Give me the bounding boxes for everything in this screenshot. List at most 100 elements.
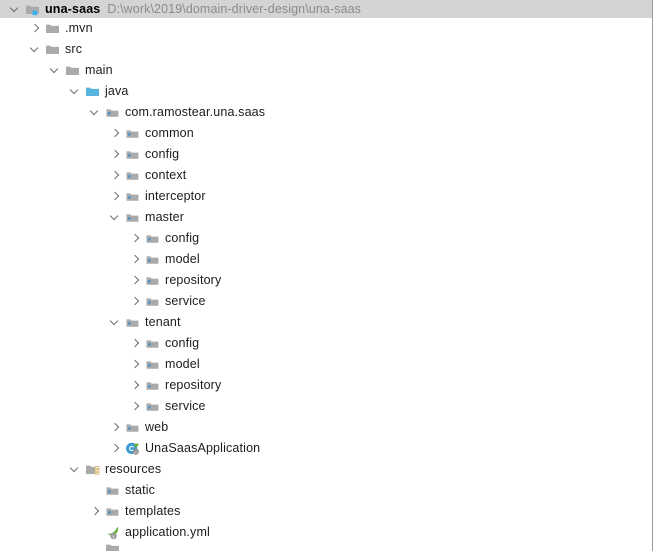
tree-row-label: model bbox=[165, 357, 200, 371]
collapse-arrow-icon[interactable] bbox=[48, 60, 64, 81]
expand-arrow-icon[interactable] bbox=[128, 354, 144, 375]
tree-row[interactable]: tenant bbox=[0, 312, 652, 333]
tree-row-label: .mvn bbox=[65, 21, 93, 35]
tree-row[interactable]: java bbox=[0, 81, 652, 102]
expand-arrow-icon[interactable] bbox=[108, 165, 124, 186]
tree-row[interactable]: com.ramostear.una.saas bbox=[0, 102, 652, 123]
expand-arrow-icon[interactable] bbox=[128, 333, 144, 354]
tree-row[interactable]: .mvn bbox=[0, 18, 652, 39]
expand-arrow-icon[interactable] bbox=[128, 375, 144, 396]
package-icon bbox=[144, 356, 161, 373]
expand-arrow-icon[interactable] bbox=[108, 123, 124, 144]
tree-row[interactable]: service bbox=[0, 291, 652, 312]
tree-row-label: repository bbox=[165, 378, 222, 392]
tree-row[interactable]: resources bbox=[0, 459, 652, 480]
project-tool-window[interactable]: una-saas D:\work\2019\domain-driver-desi… bbox=[0, 0, 653, 551]
expand-arrow-icon[interactable] bbox=[8, 0, 24, 20]
tree-row[interactable]: config bbox=[0, 228, 652, 249]
tree-row-label: resources bbox=[105, 462, 162, 476]
expand-arrow-icon[interactable] bbox=[128, 270, 144, 291]
tree-row-label: tenant bbox=[145, 315, 181, 329]
tree-row-label: config bbox=[165, 231, 200, 245]
tree-row-label: config bbox=[165, 336, 200, 350]
collapse-arrow-icon[interactable] bbox=[88, 102, 104, 123]
tree-row-label: src bbox=[65, 42, 83, 56]
tree-row[interactable]: repository bbox=[0, 375, 652, 396]
tree-row-label: common bbox=[145, 126, 194, 140]
project-name: una-saas bbox=[45, 2, 101, 16]
expand-arrow-icon[interactable] bbox=[128, 291, 144, 312]
tree-row[interactable]: config bbox=[0, 144, 652, 165]
expand-arrow-icon[interactable] bbox=[108, 144, 124, 165]
tree-row[interactable]: src bbox=[0, 39, 652, 60]
tree-row[interactable]: common bbox=[0, 123, 652, 144]
package-icon bbox=[124, 146, 141, 163]
folder-icon bbox=[104, 543, 121, 551]
tree-row-label: config bbox=[145, 147, 180, 161]
package-icon bbox=[144, 272, 161, 289]
tree-row[interactable]: templates bbox=[0, 501, 652, 522]
tree-row[interactable]: model bbox=[0, 354, 652, 375]
no-arrow-spacer bbox=[88, 480, 104, 501]
expand-arrow-icon[interactable] bbox=[128, 396, 144, 417]
tree-row[interactable]: application.yml bbox=[0, 522, 652, 543]
tree-row[interactable]: master bbox=[0, 207, 652, 228]
tree-row[interactable] bbox=[0, 543, 652, 551]
folder-icon bbox=[44, 20, 61, 37]
package-icon bbox=[124, 209, 141, 226]
package-icon bbox=[124, 314, 141, 331]
package-icon bbox=[144, 293, 161, 310]
no-arrow-spacer bbox=[88, 543, 104, 551]
expand-arrow-icon[interactable] bbox=[128, 228, 144, 249]
tree-row-label: application.yml bbox=[125, 525, 210, 539]
collapse-arrow-icon[interactable] bbox=[108, 312, 124, 333]
expand-arrow-icon[interactable] bbox=[108, 417, 124, 438]
tree-row[interactable]: main bbox=[0, 60, 652, 81]
no-arrow-spacer bbox=[88, 522, 104, 543]
tree-row-label: service bbox=[165, 399, 206, 413]
tree-row-label: repository bbox=[165, 273, 222, 287]
package-icon bbox=[124, 188, 141, 205]
tree-row-label: model bbox=[165, 252, 200, 266]
tree-row[interactable]: repository bbox=[0, 270, 652, 291]
spring-class-icon bbox=[124, 440, 141, 457]
project-tree[interactable]: .mvn src main java com.ramostear.una.saas com… bbox=[0, 18, 652, 551]
expand-arrow-icon[interactable] bbox=[108, 438, 124, 459]
tree-row[interactable]: config bbox=[0, 333, 652, 354]
tree-row-label: templates bbox=[125, 504, 181, 518]
tree-row-label: UnaSaasApplication bbox=[145, 441, 261, 455]
expand-arrow-icon[interactable] bbox=[128, 249, 144, 270]
resource-folder-icon bbox=[84, 461, 101, 478]
package-icon bbox=[144, 251, 161, 268]
tree-row[interactable]: model bbox=[0, 249, 652, 270]
tree-row-label: java bbox=[105, 84, 129, 98]
tree-row[interactable]: web bbox=[0, 417, 652, 438]
tree-row[interactable]: service bbox=[0, 396, 652, 417]
package-icon bbox=[144, 398, 161, 415]
expand-arrow-icon[interactable] bbox=[88, 501, 104, 522]
tree-row[interactable]: static bbox=[0, 480, 652, 501]
source-folder-icon bbox=[84, 83, 101, 100]
tree-row[interactable]: UnaSaasApplication bbox=[0, 438, 652, 459]
tree-row-label: static bbox=[125, 483, 156, 497]
package-icon bbox=[124, 125, 141, 142]
collapse-arrow-icon[interactable] bbox=[108, 207, 124, 228]
package-icon bbox=[104, 482, 121, 499]
tree-row[interactable]: context bbox=[0, 165, 652, 186]
package-icon bbox=[104, 104, 121, 121]
collapse-arrow-icon[interactable] bbox=[28, 39, 44, 60]
expand-arrow-icon[interactable] bbox=[28, 18, 44, 39]
collapse-arrow-icon[interactable] bbox=[68, 459, 84, 480]
package-icon bbox=[144, 377, 161, 394]
package-icon bbox=[144, 230, 161, 247]
tree-row[interactable]: interceptor bbox=[0, 186, 652, 207]
package-icon bbox=[104, 503, 121, 520]
tree-row-label: master bbox=[145, 210, 185, 224]
project-root-row[interactable]: una-saas D:\work\2019\domain-driver-desi… bbox=[0, 0, 652, 18]
expand-arrow-icon[interactable] bbox=[108, 186, 124, 207]
tree-row-label: interceptor bbox=[145, 189, 206, 203]
tree-row-label: main bbox=[85, 63, 113, 77]
project-path: D:\work\2019\domain-driver-design\una-sa… bbox=[107, 2, 362, 16]
package-icon bbox=[124, 419, 141, 436]
collapse-arrow-icon[interactable] bbox=[68, 81, 84, 102]
